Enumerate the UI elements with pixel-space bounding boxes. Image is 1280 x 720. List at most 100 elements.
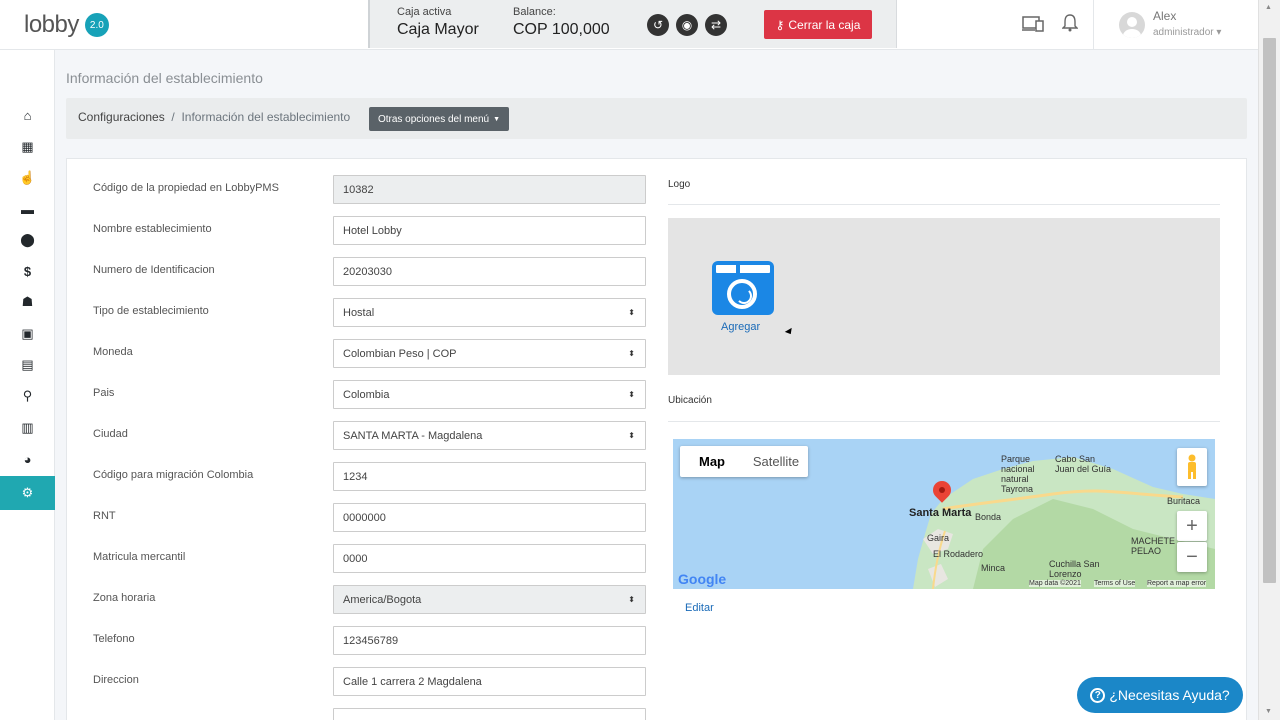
breadcrumb-root[interactable]: Configuraciones — [78, 110, 165, 124]
dollar-icon: $ — [23, 263, 32, 279]
sidebar-item-finance[interactable]: $ — [0, 256, 55, 286]
logo-divider — [668, 204, 1220, 205]
close-cashbox-button[interactable]: ⚷ Cerrar la caja — [764, 10, 872, 39]
property-code-field: 10382 — [333, 175, 646, 204]
property-code-label: Código de la propiedad en LobbyPMS — [93, 182, 279, 194]
city-select[interactable]: SANTA MARTA - Magdalena ⬍ — [333, 421, 646, 450]
timezone-label: Zona horaria — [93, 592, 156, 604]
other-options-button[interactable]: Otras opciones del menú ▼ — [369, 107, 509, 131]
sidebar-item-inventory[interactable]: ▬ — [0, 194, 55, 224]
avatar — [1119, 12, 1145, 38]
other-options-label: Otras opciones del menú — [377, 113, 490, 125]
establishment-type-select[interactable]: Hostal ⬍ — [333, 298, 646, 327]
scroll-down-icon[interactable]: ▼ — [1265, 708, 1272, 715]
map-label-tayrona: Parque nacional natural Tayrona — [1001, 454, 1035, 494]
map-type-control: Map Satellite — [680, 446, 808, 477]
search-icon: ⚲ — [22, 388, 33, 403]
breadcrumb-current: Información del establecimiento — [181, 110, 351, 124]
devices-icon[interactable] — [1022, 16, 1044, 37]
archive-icon: ▬ — [21, 201, 34, 217]
sidebar-item-calendar[interactable]: ▦ — [0, 132, 55, 162]
select-arrows-icon: ⬍ — [628, 390, 635, 399]
map-data-notice: Map data ©2021 — [1029, 580, 1081, 587]
identification-label: Numero de Identificacion — [93, 264, 215, 276]
zoom-out-button[interactable]: − — [1177, 542, 1207, 572]
home-icon: ⌂ — [23, 107, 32, 123]
map-label-buritaca: Buritaca — [1167, 496, 1201, 506]
map-report-link[interactable]: Report a map error — [1147, 580, 1207, 587]
calendar-icon: ▦ — [21, 139, 34, 154]
rnt-input[interactable]: 0000000 — [333, 503, 646, 532]
address-input[interactable]: Calle 1 carrera 2 Magdalena — [333, 667, 646, 696]
question-circle-icon: ? — [1090, 687, 1106, 703]
brand-logo[interactable]: lobby 2.0 — [24, 10, 109, 40]
page-title: Información del establecimiento — [66, 70, 263, 86]
map-label-santa-marta: Santa Marta — [909, 507, 972, 519]
eye-icon[interactable]: ◉ — [676, 14, 698, 36]
logo-section-title: Logo — [668, 179, 691, 190]
sidebar-item-search[interactable]: ⚲ — [0, 381, 55, 411]
map-label-gaira: Gaira — [927, 533, 950, 543]
map-label-minca: Minca — [981, 563, 1006, 573]
scrollbar-thumb[interactable] — [1263, 38, 1276, 583]
migration-code-label: Código para migración Colombia — [93, 469, 254, 481]
timezone-select[interactable]: America/Bogota ⬍ — [333, 585, 646, 614]
logo-text: lobby — [24, 11, 79, 38]
history-icon[interactable]: ↺ — [647, 14, 669, 36]
select-arrows-icon: ⬍ — [628, 349, 635, 358]
street-view-pegman-icon[interactable] — [1177, 448, 1207, 486]
sidebar-item-contacts[interactable]: ▣ — [0, 319, 55, 349]
user-menu[interactable]: Alex administrador ▾ — [1093, 0, 1243, 50]
cashbox-balance: Balance: COP 100,000 — [513, 6, 610, 39]
location-divider — [668, 421, 1220, 422]
breadcrumb-path: Configuraciones / Información del establ… — [78, 110, 350, 124]
commercial-registration-label: Matricula mercantil — [93, 551, 186, 563]
sidebar-item-reports[interactable]: ▥ — [0, 413, 55, 443]
edit-location-link[interactable]: Editar — [685, 602, 714, 614]
scroll-up-icon[interactable]: ▲ — [1265, 4, 1272, 11]
sidebar-item-tasks[interactable]: ▤ — [0, 350, 55, 380]
help-button[interactable]: ? ¿Necesitas Ayuda? — [1077, 677, 1243, 713]
active-cashbox: Caja activa Caja Mayor — [397, 6, 479, 39]
page-scrollbar[interactable]: ▲ ▼ — [1258, 0, 1280, 720]
map-terms-link[interactable]: Terms of Use — [1094, 580, 1136, 587]
sidebar-item-stats[interactable]: ◕ — [0, 444, 55, 474]
currency-label: Moneda — [93, 346, 133, 358]
add-logo-link[interactable]: Agregar — [721, 321, 760, 333]
map-label-cabo: Cabo San Juan del Guía — [1055, 454, 1112, 474]
migration-code-input[interactable]: 1234 — [333, 462, 646, 491]
bell-icon[interactable] — [1061, 14, 1079, 37]
sidebar-item-home[interactable]: ⌂ — [0, 100, 55, 130]
country-label: Pais — [93, 387, 115, 399]
clipboard-icon: ▤ — [21, 357, 34, 372]
select-arrows-icon: ⬍ — [628, 595, 635, 604]
satellite-view-button[interactable]: Satellite — [744, 446, 808, 477]
identification-input[interactable]: 20203030 — [333, 257, 646, 286]
location-map[interactable]: Map Satellite + − Parque nacional natura… — [673, 439, 1215, 589]
caret-down-icon: ▼ — [493, 115, 501, 123]
zoom-in-button[interactable]: + — [1177, 511, 1207, 541]
country-select[interactable]: Colombia ⬍ — [333, 380, 646, 409]
balance-value: COP 100,000 — [513, 21, 610, 38]
gear-icon: ⚙ — [21, 485, 34, 500]
commercial-registration-input[interactable]: 0000 — [333, 544, 646, 573]
sidebar-item-settings[interactable]: ⚙ — [0, 476, 55, 510]
user-name: Alex — [1153, 9, 1177, 23]
sidebar-item-checkin[interactable]: ☝ — [0, 163, 55, 193]
phone-input[interactable]: 123456789 — [333, 626, 646, 655]
camera-icon[interactable] — [712, 261, 774, 315]
currency-select[interactable]: Colombian Peso | COP ⬍ — [333, 339, 646, 368]
exchange-icon[interactable]: ⇄ — [705, 14, 727, 36]
sidebar: ⌂ ▦ ☝ ▬ ⬤ $ ☗ ▣ ▤ ⚲ ▥ ◕ ⚙ — [0, 50, 55, 720]
pie-chart-icon: ◕ — [23, 451, 32, 467]
establishment-type-label: Tipo de establecimiento — [93, 305, 209, 317]
map-view-button[interactable]: Map — [680, 446, 744, 477]
phone-label: Telefono — [93, 633, 135, 645]
users-icon: ☗ — [21, 294, 34, 309]
sidebar-item-guests[interactable]: ☗ — [0, 287, 55, 317]
sidebar-item-locations[interactable]: ⬤ — [0, 225, 55, 255]
establishment-name-input[interactable]: Hotel Lobby — [333, 216, 646, 245]
key-icon: ⚷ — [775, 17, 785, 32]
website-input[interactable] — [333, 708, 646, 720]
balance-label: Balance: — [513, 6, 556, 18]
